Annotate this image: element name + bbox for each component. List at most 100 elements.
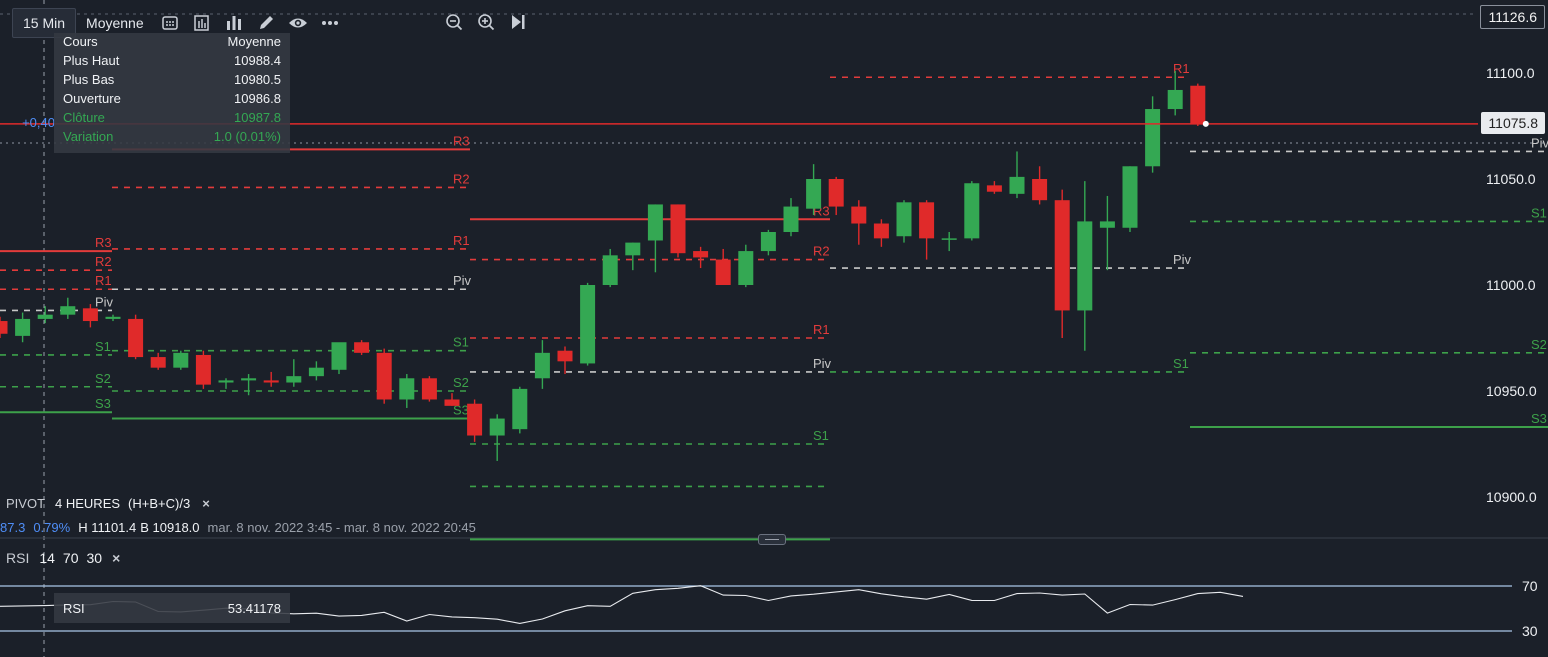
pivot-label-r1: R1 — [95, 273, 112, 288]
rsi-legend: RSI 14 70 30 × — [0, 547, 126, 569]
candle-body — [1054, 200, 1070, 311]
candle — [557, 346, 573, 375]
pivot-label-r2: R2 — [453, 171, 470, 186]
y-tick-label: 10900.0 — [1486, 489, 1537, 505]
pivot-label-s1: S1 — [1173, 356, 1189, 371]
pivot-label-piv: Piv — [1173, 252, 1192, 267]
candle — [1009, 151, 1025, 199]
current-price-dot — [1202, 120, 1209, 127]
candle-body — [602, 255, 618, 285]
pivot-label-s2: S2 — [453, 375, 469, 390]
more-icon[interactable] — [314, 9, 346, 37]
candle — [331, 342, 347, 375]
candle-body — [286, 376, 302, 383]
candle-body — [806, 179, 822, 209]
panel-resize-handle[interactable] — [758, 534, 786, 545]
candle — [1099, 195, 1115, 271]
candle — [806, 164, 822, 216]
candle-body — [896, 202, 912, 237]
pivot-indicator-period[interactable]: 4 HEURES — [51, 496, 124, 511]
candle-body — [1032, 179, 1048, 201]
candle-body — [128, 318, 144, 358]
candle — [738, 244, 754, 288]
candle-body — [263, 380, 279, 383]
ohlc-low-label: Plus Bas — [63, 72, 115, 87]
candle — [670, 204, 686, 258]
candle-body — [715, 259, 731, 285]
candle — [1145, 96, 1161, 173]
ohlc-header-label: Cours — [63, 34, 98, 49]
rsi-param-period[interactable]: 14 — [35, 550, 59, 566]
candle — [986, 181, 1002, 194]
candle — [37, 306, 53, 324]
candle — [263, 371, 279, 387]
candle-body — [105, 316, 121, 319]
stat-date-range: mar. 8 nov. 2022 3:45 - mar. 8 nov. 2022… — [207, 519, 476, 535]
rsi-band-label: 30 — [1522, 623, 1538, 639]
candle-body — [489, 418, 505, 436]
zoom-in-icon[interactable] — [470, 8, 502, 36]
candle — [286, 359, 302, 387]
candle-body — [580, 285, 596, 364]
pivot-indicator-name[interactable]: PIVOT — [0, 496, 51, 511]
candle — [896, 200, 912, 243]
jump-to-latest-icon[interactable] — [502, 8, 534, 36]
candle — [647, 204, 663, 273]
change-tag: +0,40 — [22, 115, 55, 130]
candle-body — [421, 378, 437, 400]
ohlc-tooltip: Cours Moyenne Plus Haut 10988.4 Plus Bas 10… — [54, 33, 290, 153]
candle — [105, 314, 121, 322]
ohlc-close-value: 10987.8 — [234, 110, 281, 125]
ohlc-high-value: 10988.4 — [234, 53, 281, 68]
candle-body — [783, 206, 799, 232]
rsi-param-lower[interactable]: 30 — [83, 550, 107, 566]
candle — [828, 176, 844, 216]
stat-low: B 10918.0 — [140, 519, 200, 535]
candle-body — [851, 206, 867, 224]
candle-body — [647, 204, 663, 241]
close-icon[interactable]: × — [194, 496, 218, 511]
candle-body — [1099, 221, 1115, 228]
candle-body — [1009, 176, 1025, 194]
candle-body — [1077, 221, 1093, 311]
candle-body — [173, 352, 189, 368]
close-icon[interactable]: × — [106, 550, 126, 566]
range-stats: 87.3 0.79% H 11101.4 B 10918.0 mar. 8 no… — [0, 518, 484, 536]
rsi-param-upper[interactable]: 70 — [59, 550, 83, 566]
candle-body — [308, 367, 324, 377]
zoom-toolbar — [438, 8, 534, 36]
candle — [625, 242, 641, 271]
pivot-indicator-formula[interactable]: (H+B+C)/3 — [124, 496, 194, 511]
rsi-name[interactable]: RSI — [0, 550, 35, 566]
ohlc-low-value: 10980.5 — [234, 72, 281, 87]
zoom-out-icon[interactable] — [438, 8, 470, 36]
candle-body — [828, 179, 844, 207]
candle — [1122, 166, 1138, 232]
candle-body — [467, 403, 483, 436]
candle-body — [534, 352, 550, 379]
candle-body — [625, 242, 641, 256]
candle-body — [760, 232, 776, 252]
candle — [1077, 181, 1093, 351]
candle — [1190, 83, 1206, 126]
ohlc-change-label: Variation — [63, 129, 114, 144]
candle — [693, 246, 709, 269]
pivot-label-piv: Piv — [813, 356, 832, 371]
ohlc-change-value: 1.0 (0.01%) — [213, 129, 281, 144]
candle — [421, 376, 437, 402]
pivot-label-piv: Piv — [453, 273, 472, 288]
candle — [715, 248, 731, 285]
candle-body — [399, 378, 415, 400]
candle-body — [670, 204, 686, 254]
pivot-label-s3: S3 — [1531, 411, 1547, 426]
pivot-label-r2: R2 — [95, 254, 112, 269]
stat-high: H 11101.4 — [78, 519, 137, 535]
y-tick-label: 10950.0 — [1486, 383, 1537, 399]
candle — [150, 352, 166, 370]
candle-body — [873, 223, 889, 239]
candle-body — [195, 354, 211, 385]
ohlc-header-value: Moyenne — [227, 34, 281, 49]
candle — [602, 248, 618, 288]
candle — [783, 198, 799, 237]
candle — [919, 200, 935, 260]
